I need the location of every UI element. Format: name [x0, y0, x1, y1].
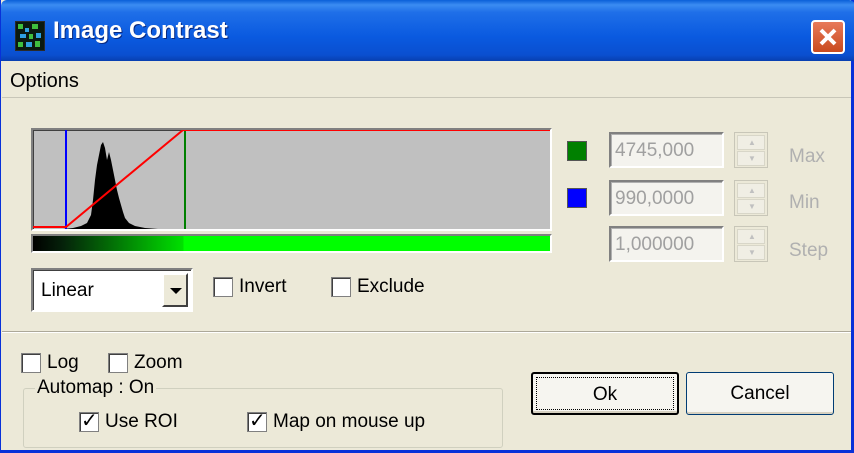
- step-value-field[interactable]: 1,000000: [609, 226, 724, 262]
- max-color-swatch: [567, 141, 587, 161]
- zoom-label: Zoom: [134, 352, 183, 373]
- histogram[interactable]: [31, 128, 552, 231]
- map-on-mouse-up-checkbox[interactable]: ✓: [247, 410, 267, 432]
- step-label: Step: [789, 240, 829, 261]
- menu-options[interactable]: Options: [10, 70, 79, 93]
- use-roi-checkbox[interactable]: ✓: [79, 410, 99, 432]
- log-checkbox[interactable]: [21, 353, 41, 373]
- color-map-bar: [31, 234, 552, 253]
- divider: [2, 331, 851, 333]
- map-on-mouse-up-label: Map on mouse up: [273, 411, 426, 432]
- log-label: Log: [47, 352, 79, 373]
- close-icon: [819, 28, 837, 46]
- max-spinner[interactable]: ▲ ▼: [734, 132, 768, 168]
- cancel-button-label: Cancel: [730, 383, 790, 404]
- exclude-checkbox[interactable]: [331, 277, 351, 297]
- max-value-field[interactable]: 4745,000: [609, 132, 724, 168]
- use-roi-label: Use ROI: [105, 411, 178, 432]
- window-title: Image Contrast: [53, 17, 228, 44]
- mapping-select[interactable]: Linear: [31, 268, 193, 312]
- automap-group-label: Automap : On: [35, 377, 157, 399]
- min-value-field[interactable]: 990,0000: [609, 180, 724, 216]
- histogram-distribution: [63, 142, 158, 229]
- checkmark-icon: ✓: [249, 410, 266, 432]
- checkmark-icon: ✓: [81, 410, 98, 432]
- menu-bar: Options: [2, 62, 851, 98]
- step-spinner[interactable]: ▲ ▼: [734, 226, 768, 262]
- min-spinner[interactable]: ▲ ▼: [734, 180, 768, 216]
- focus-rect: [536, 377, 674, 410]
- cancel-button[interactable]: Cancel: [686, 372, 834, 415]
- title-bar[interactable]: Image Contrast: [1, 0, 854, 61]
- min-label: Min: [789, 192, 820, 213]
- invert-label: Invert: [239, 276, 287, 297]
- chevron-down-icon[interactable]: [162, 273, 188, 307]
- close-button[interactable]: [811, 20, 845, 54]
- exclude-label: Exclude: [357, 276, 425, 297]
- zoom-checkbox[interactable]: [108, 353, 128, 373]
- contrast-app-icon: [15, 21, 45, 51]
- min-color-swatch: [567, 188, 587, 208]
- ok-button[interactable]: Ok: [531, 372, 679, 415]
- image-contrast-dialog: Image Contrast Options 4745,000 ▲ ▼ Max 9…: [0, 0, 854, 453]
- max-label: Max: [789, 146, 825, 167]
- mapping-select-value: Linear: [41, 280, 94, 301]
- invert-checkbox[interactable]: [213, 277, 233, 297]
